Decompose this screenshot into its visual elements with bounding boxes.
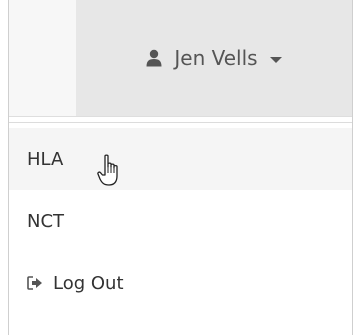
username-label: Jen Vells	[174, 46, 258, 70]
user-menu-toggle[interactable]: Jen Vells	[76, 0, 352, 116]
menu-item-label: HLA	[27, 148, 64, 170]
hand-pointer-icon	[97, 154, 123, 193]
navbar: Jen Vells	[9, 0, 352, 117]
menu-item-nct[interactable]: NCT	[9, 190, 352, 252]
menu-item-hla[interactable]: HLA	[9, 128, 352, 190]
menu-item-label: Log Out	[53, 272, 124, 294]
sign-out-icon	[27, 276, 43, 290]
user-dropdown-menu: HLA NCT Log Out	[9, 122, 352, 314]
user-icon	[146, 49, 162, 67]
menu-item-log-out[interactable]: Log Out	[9, 252, 352, 314]
dropdown-frame: Jen Vells HLA NCT Log Out	[8, 0, 353, 335]
user-menu-toggle-content: Jen Vells	[146, 46, 282, 70]
menu-item-label: NCT	[27, 210, 65, 232]
chevron-down-icon	[269, 56, 282, 63]
